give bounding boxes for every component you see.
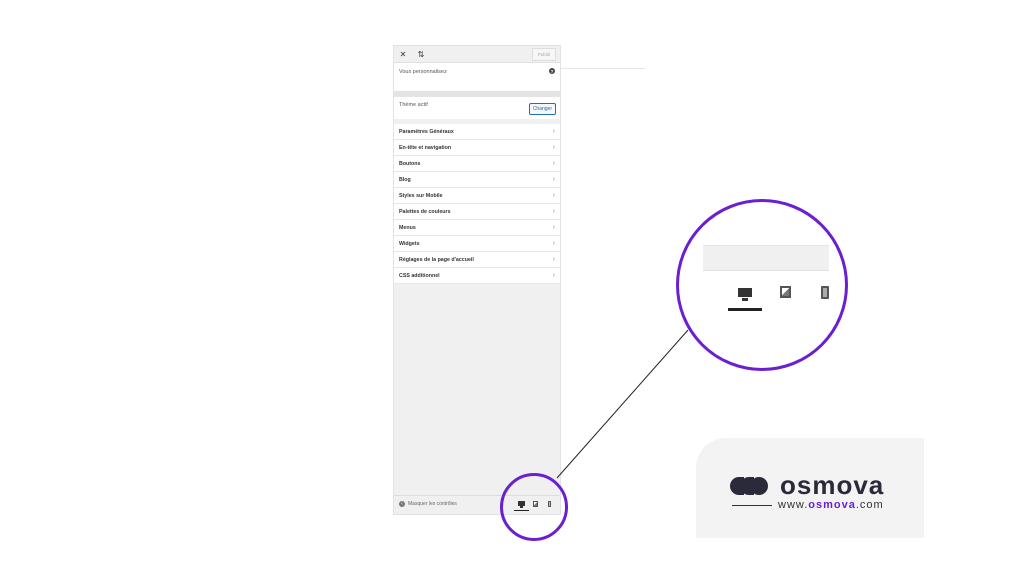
highlight-circle-small [500,473,568,541]
brand-card: osmova www.osmova.com [696,438,924,538]
zoom-callout [676,199,848,371]
zoom-desktop-button [728,282,762,311]
desktop-icon [738,287,752,301]
mobile-icon [821,285,829,299]
connector-line [556,329,689,479]
brand-url: www.osmova.com [732,499,884,511]
zoom-device-switcher [728,282,835,311]
zoom-mobile-button [815,282,835,302]
tablet-icon [779,286,791,298]
zoom-tablet-button [775,282,795,302]
zoom-footer-band [703,245,829,271]
url-rule [732,504,772,506]
brand-name: osmova [780,470,885,500]
brand-logo: osmova [730,470,884,501]
osmova-logo-icon [730,476,770,495]
brand-url-text: www.osmova.com [778,499,884,511]
